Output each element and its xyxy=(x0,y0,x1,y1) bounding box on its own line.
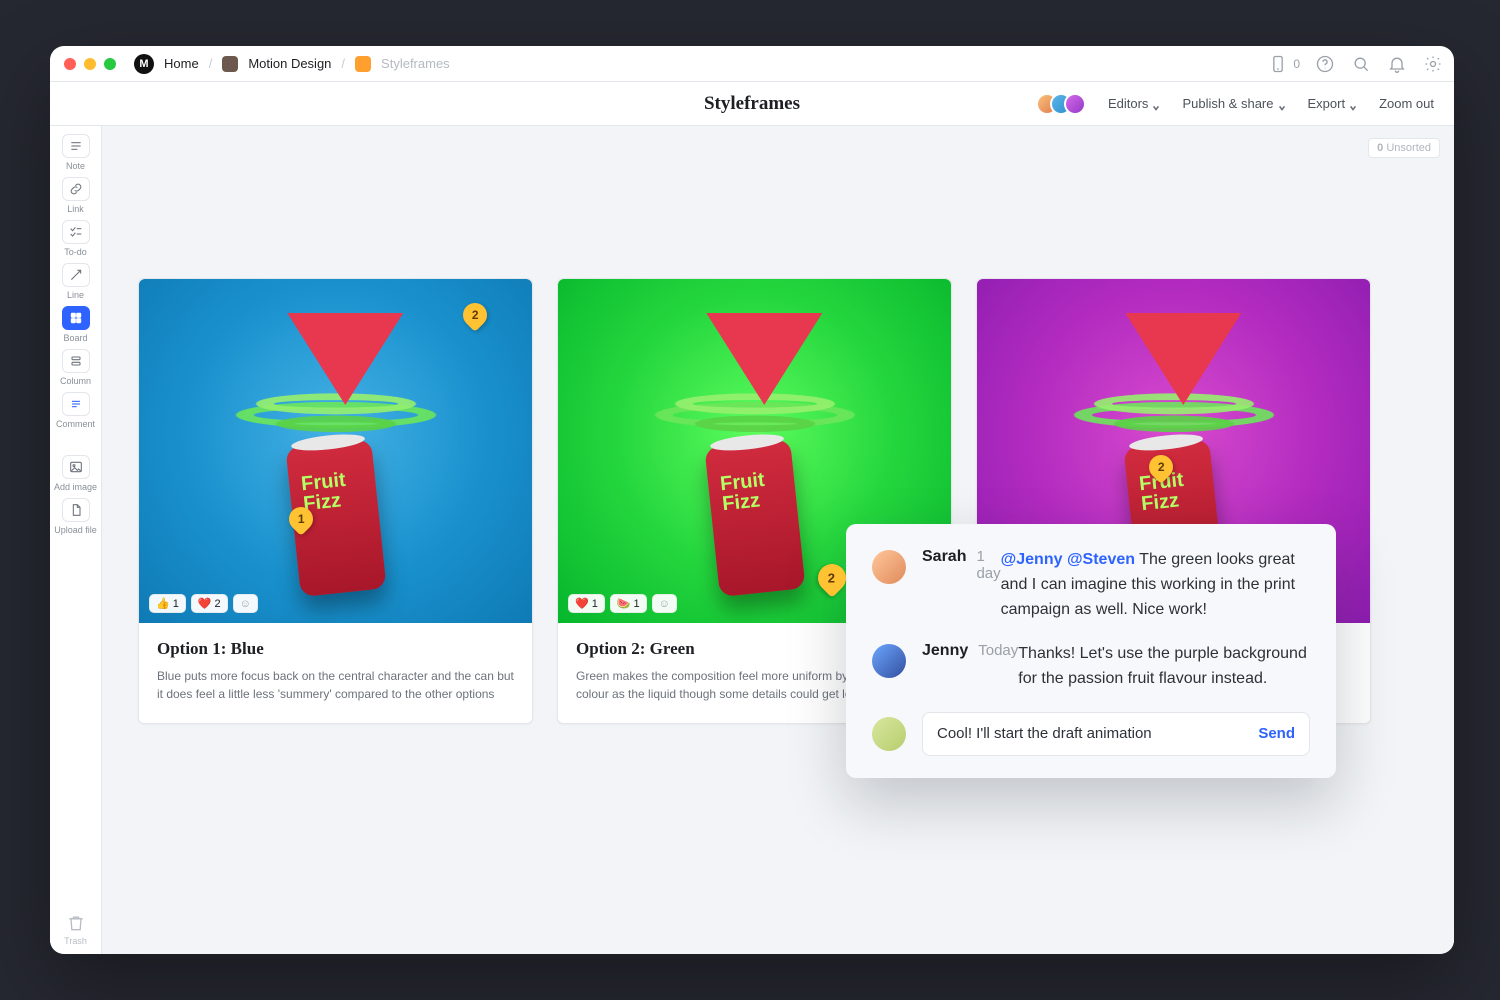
traffic-lights xyxy=(64,58,116,70)
reaction[interactable]: ❤️2 xyxy=(191,594,228,613)
card-description: Blue puts more focus back on the central… xyxy=(157,667,514,703)
comment: Sarah 1 day @Jenny @Steven The green loo… xyxy=(872,548,1310,622)
breadcrumb: M Home / Motion Design / Styleframes xyxy=(134,54,450,74)
avatar-icon xyxy=(872,644,906,678)
trash-icon xyxy=(66,913,86,933)
tool-link[interactable]: Link xyxy=(54,177,98,214)
avatar-icon xyxy=(872,550,906,584)
tool-board[interactable]: Board xyxy=(54,306,98,343)
device-count[interactable]: 0 xyxy=(1267,53,1300,75)
device-icon xyxy=(1267,53,1289,75)
send-button[interactable]: Send xyxy=(1258,725,1295,742)
card-image: FruitFizz 2 1 👍1 ❤️2 ☺ xyxy=(139,279,532,623)
app-window: M Home / Motion Design / Styleframes 0 S… xyxy=(50,46,1454,954)
editor-avatars[interactable] xyxy=(1036,93,1086,115)
card-option-blue[interactable]: FruitFizz 2 1 👍1 ❤️2 ☺ xyxy=(138,278,533,724)
file-icon xyxy=(62,498,90,522)
avatar-icon xyxy=(872,717,906,751)
tool-todo[interactable]: To-do xyxy=(54,220,98,257)
reaction-bar: ❤️1 🍉1 ☺ xyxy=(568,594,677,613)
todo-icon xyxy=(62,220,90,244)
chevron-down-icon xyxy=(1278,100,1286,108)
tool-comment[interactable]: Comment xyxy=(54,392,98,429)
comment-input-value: Cool! I'll start the draft animation xyxy=(937,725,1152,742)
comment-input[interactable]: Cool! I'll start the draft animation Sen… xyxy=(922,712,1310,756)
chevron-down-icon xyxy=(1349,100,1357,108)
unsorted-badge[interactable]: 0 Unsorted xyxy=(1368,138,1440,158)
board-icon xyxy=(62,306,90,330)
comment-text: Thanks! Let's use the purple background … xyxy=(1018,642,1310,692)
comment-text: @Jenny @Steven The green looks great and… xyxy=(1001,548,1310,622)
comment-icon xyxy=(62,392,90,416)
board-canvas[interactable]: 0 Unsorted FruitFizz 2 xyxy=(102,126,1454,954)
help-icon[interactable] xyxy=(1314,53,1336,75)
breadcrumb-page[interactable]: Styleframes xyxy=(381,56,450,71)
tool-upload-file[interactable]: Upload file xyxy=(54,498,98,535)
comment-author: Sarah xyxy=(922,548,966,566)
fullscreen-window-icon[interactable] xyxy=(104,58,116,70)
illustration: FruitFizz xyxy=(206,301,466,601)
breadcrumb-sep: / xyxy=(341,56,345,71)
tool-add-image[interactable]: Add image xyxy=(54,455,98,492)
comment: Jenny Today Thanks! Let's use the purple… xyxy=(872,642,1310,692)
comment-time: 1 day xyxy=(976,548,1000,582)
zoom-out-button[interactable]: Zoom out xyxy=(1379,96,1434,111)
close-window-icon[interactable] xyxy=(64,58,76,70)
chevron-down-icon xyxy=(1152,100,1160,108)
tool-sidebar: Note Link To-do Line Board Column xyxy=(50,126,102,954)
comment-time: Today xyxy=(978,642,1018,659)
tool-column[interactable]: Column xyxy=(54,349,98,386)
titlebar: M Home / Motion Design / Styleframes 0 xyxy=(50,46,1454,82)
reaction-bar: 👍1 ❤️2 ☺ xyxy=(149,594,258,613)
avatar-icon xyxy=(1064,93,1086,115)
export-dropdown[interactable]: Export xyxy=(1308,96,1358,111)
tool-line[interactable]: Line xyxy=(54,263,98,300)
line-icon xyxy=(62,263,90,287)
breadcrumb-home[interactable]: Home xyxy=(164,56,199,71)
comment-author: Jenny xyxy=(922,642,968,660)
link-icon xyxy=(62,177,90,201)
minimize-window-icon[interactable] xyxy=(84,58,96,70)
page-color-swatch xyxy=(355,56,371,72)
mention[interactable]: @Jenny @Steven xyxy=(1001,551,1135,568)
action-bar: Styleframes Editors Publish & share Expo… xyxy=(50,82,1454,126)
comment-thread-popover: 2 Sarah 1 day @Jenny @Steven The green l… xyxy=(846,524,1336,778)
app-logo-icon[interactable]: M xyxy=(134,54,154,74)
reaction[interactable]: 🍉1 xyxy=(610,594,647,613)
add-reaction-button[interactable]: ☺ xyxy=(233,594,258,613)
comment-composer: Cool! I'll start the draft animation Sen… xyxy=(872,712,1310,756)
gear-icon[interactable] xyxy=(1422,53,1444,75)
column-icon xyxy=(62,349,90,373)
note-icon xyxy=(62,134,90,158)
bell-icon[interactable] xyxy=(1386,53,1408,75)
tool-note[interactable]: Note xyxy=(54,134,98,171)
project-color-swatch xyxy=(222,56,238,72)
card-title: Option 1: Blue xyxy=(157,639,514,659)
editors-dropdown[interactable]: Editors xyxy=(1108,96,1160,111)
search-icon[interactable] xyxy=(1350,53,1372,75)
device-count-value: 0 xyxy=(1293,57,1300,71)
trash-button[interactable]: Trash xyxy=(54,913,98,946)
breadcrumb-project[interactable]: Motion Design xyxy=(248,56,331,71)
image-icon xyxy=(62,455,90,479)
page-title: Styleframes xyxy=(704,93,800,115)
add-reaction-button[interactable]: ☺ xyxy=(652,594,677,613)
breadcrumb-sep: / xyxy=(209,56,213,71)
publish-dropdown[interactable]: Publish & share xyxy=(1182,96,1285,111)
reaction[interactable]: 👍1 xyxy=(149,594,186,613)
reaction[interactable]: ❤️1 xyxy=(568,594,605,613)
